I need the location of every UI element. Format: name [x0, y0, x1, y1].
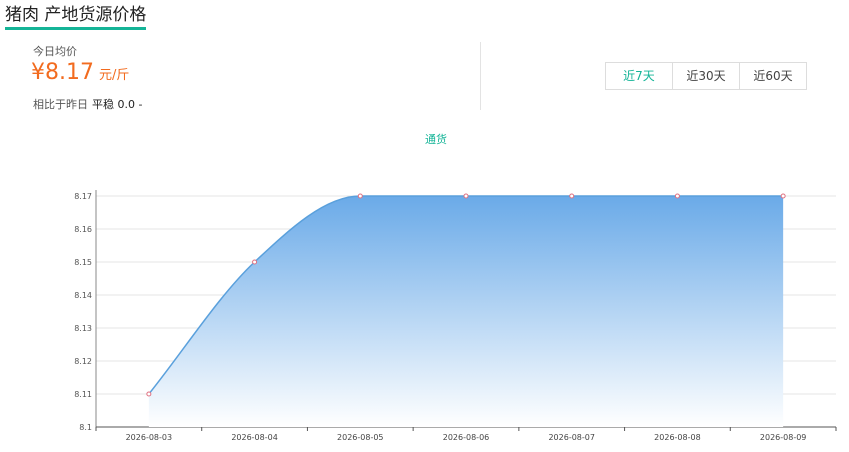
y-tick-label: 8.1 [79, 423, 92, 432]
compare-label: 相比于昨日 [33, 98, 88, 111]
y-tick-label: 8.12 [74, 357, 92, 366]
data-point [674, 193, 680, 199]
compare-row: 相比于昨日 平稳 0.0 - [33, 96, 142, 112]
y-tick-label: 8.17 [74, 192, 92, 201]
series-area [148, 196, 784, 427]
x-tick-label: 2026-08-09 [760, 433, 807, 442]
data-point [463, 193, 469, 199]
compare-value: 平稳 0.0 - [92, 98, 143, 111]
y-tick-label: 8.11 [74, 390, 92, 399]
tab-60-days[interactable]: 近60天 [739, 63, 806, 89]
page-title: 猪肉 产地货源价格 [5, 4, 147, 30]
vertical-divider [480, 42, 481, 110]
tab-30-days[interactable]: 近30天 [672, 63, 739, 89]
y-tick-label: 8.14 [74, 291, 92, 300]
price-unit: 元/斤 [98, 68, 130, 83]
x-tick-label: 2026-08-05 [337, 433, 384, 442]
y-tick-label: 8.13 [74, 324, 92, 333]
data-point [252, 259, 258, 265]
data-point [146, 391, 152, 397]
data-point [569, 193, 575, 199]
y-tick-label: 8.16 [74, 225, 92, 234]
data-point [357, 193, 363, 199]
price-row: ¥8.17 元/斤 [31, 60, 129, 85]
data-point [780, 193, 786, 199]
today-avg-price: ¥8.17 [31, 60, 94, 85]
legend-item: 通货 [425, 132, 447, 146]
x-tick-label: 2026-08-04 [231, 433, 278, 442]
today-avg-label: 今日均价 [33, 45, 77, 58]
x-tick-label: 2026-08-07 [548, 433, 595, 442]
x-tick-label: 2026-08-06 [443, 433, 490, 442]
tab-7-days[interactable]: 近7天 [606, 63, 672, 89]
range-tabs: 近7天 近30天 近60天 [605, 62, 807, 90]
price-chart: 通货 8.1 8.11 8.12 8.13 8.14 8.15 8.16 8.17 2026-08… [74, 132, 837, 442]
x-tick-label: 2026-08-03 [126, 433, 173, 442]
y-tick-label: 8.15 [74, 258, 92, 267]
x-tick-label: 2026-08-08 [654, 433, 701, 442]
